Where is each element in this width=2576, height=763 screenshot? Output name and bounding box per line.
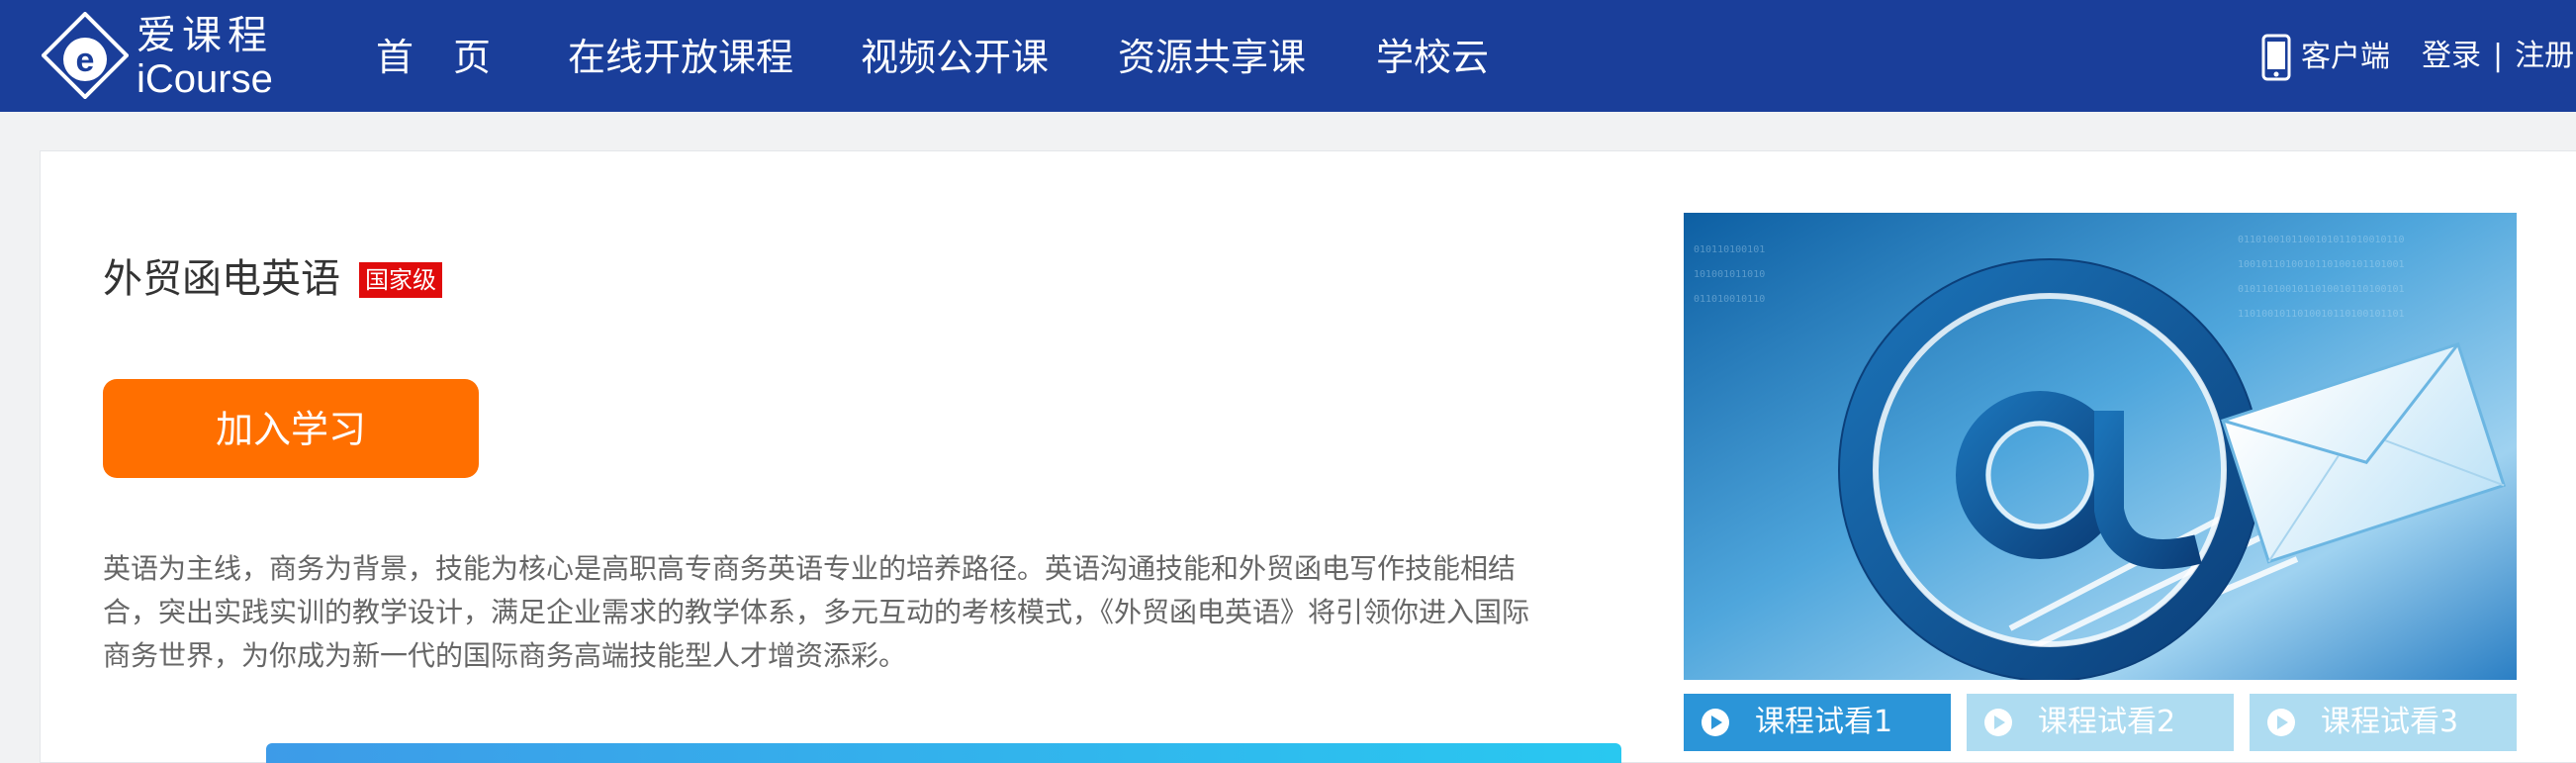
svg-text:1101001011010010110100101101: 1101001011010010110100101101 bbox=[2238, 309, 2405, 320]
course-card: 外贸函电英语 国家级 加入学习 英语为主线，商务为背景，技能为核心是高职高专商务… bbox=[40, 150, 2576, 763]
course-title: 外贸函电英语 bbox=[103, 256, 340, 302]
trial-tabs: 课程试看1 课程试看2 课程试看3 bbox=[1684, 694, 2517, 751]
svg-text:1001011010010110100101101001: 1001011010010110100101101001 bbox=[2238, 259, 2405, 270]
brand-name-en: iCourse bbox=[137, 57, 273, 101]
course-cover-image: 0110100101100101011010010110 10010110100… bbox=[1684, 213, 2517, 680]
login-link[interactable]: 登录 bbox=[2422, 39, 2481, 73]
trial-tab-label: 课程试看2 bbox=[2038, 705, 2176, 739]
play-circle-icon bbox=[2267, 709, 2295, 736]
svg-text:010110100101: 010110100101 bbox=[1694, 244, 1765, 255]
svg-text:0101101001011010010110100101: 0101101001011010010110100101 bbox=[2238, 284, 2405, 295]
client-label: 客户端 bbox=[2301, 40, 2390, 74]
svg-text:011010010110: 011010010110 bbox=[1694, 294, 1765, 305]
level-badge: 国家级 bbox=[359, 262, 442, 298]
svg-text:101001011010: 101001011010 bbox=[1694, 269, 1765, 280]
play-circle-icon bbox=[1984, 709, 2012, 736]
auth-separator: | bbox=[2493, 39, 2504, 73]
nav-video-courses[interactable]: 视频公开课 bbox=[861, 30, 1049, 85]
svg-text:e: e bbox=[76, 42, 95, 79]
nav-school-cloud[interactable]: 学校云 bbox=[1376, 30, 1489, 85]
nav-share-courses[interactable]: 资源共享课 bbox=[1118, 30, 1306, 85]
nav-open-courses[interactable]: 在线开放课程 bbox=[568, 30, 793, 85]
join-study-button[interactable]: 加入学习 bbox=[103, 379, 479, 478]
trial-tab-1[interactable]: 课程试看1 bbox=[1684, 694, 1951, 751]
register-link[interactable]: 注册 bbox=[2515, 39, 2574, 73]
trial-tab-label: 课程试看1 bbox=[1755, 705, 1893, 739]
mobile-phone-icon bbox=[2261, 34, 2291, 81]
trial-tab-3[interactable]: 课程试看3 bbox=[2250, 694, 2517, 751]
course-description: 英语为主线，商务为背景，技能为核心是高职高专商务英语专业的培养路径。英语沟通技能… bbox=[103, 552, 1530, 672]
play-circle-icon bbox=[1702, 709, 1729, 736]
auth-links: 登录 | 注册 bbox=[2422, 38, 2574, 75]
video-player-top-edge[interactable] bbox=[266, 743, 1621, 763]
brand-name-cn: 爱课程 bbox=[137, 13, 273, 58]
nav-home[interactable]: 首页 bbox=[376, 30, 495, 85]
trial-tab-2[interactable]: 课程试看2 bbox=[1967, 694, 2234, 751]
trial-tab-label: 课程试看3 bbox=[2321, 705, 2459, 739]
email-at-envelope-illustration: 0110100101100101011010010110 10010110100… bbox=[1684, 213, 2517, 680]
svg-text:0110100101100101011010010110: 0110100101100101011010010110 bbox=[2238, 235, 2405, 245]
icourse-logo[interactable]: e 爱课程 iCourse bbox=[42, 8, 284, 103]
icourse-logo-icon: e bbox=[42, 12, 129, 99]
top-navigation-bar: e 爱课程 iCourse 首页 在线开放课程 视频公开课 资源共享课 学校云 … bbox=[0, 0, 2576, 112]
